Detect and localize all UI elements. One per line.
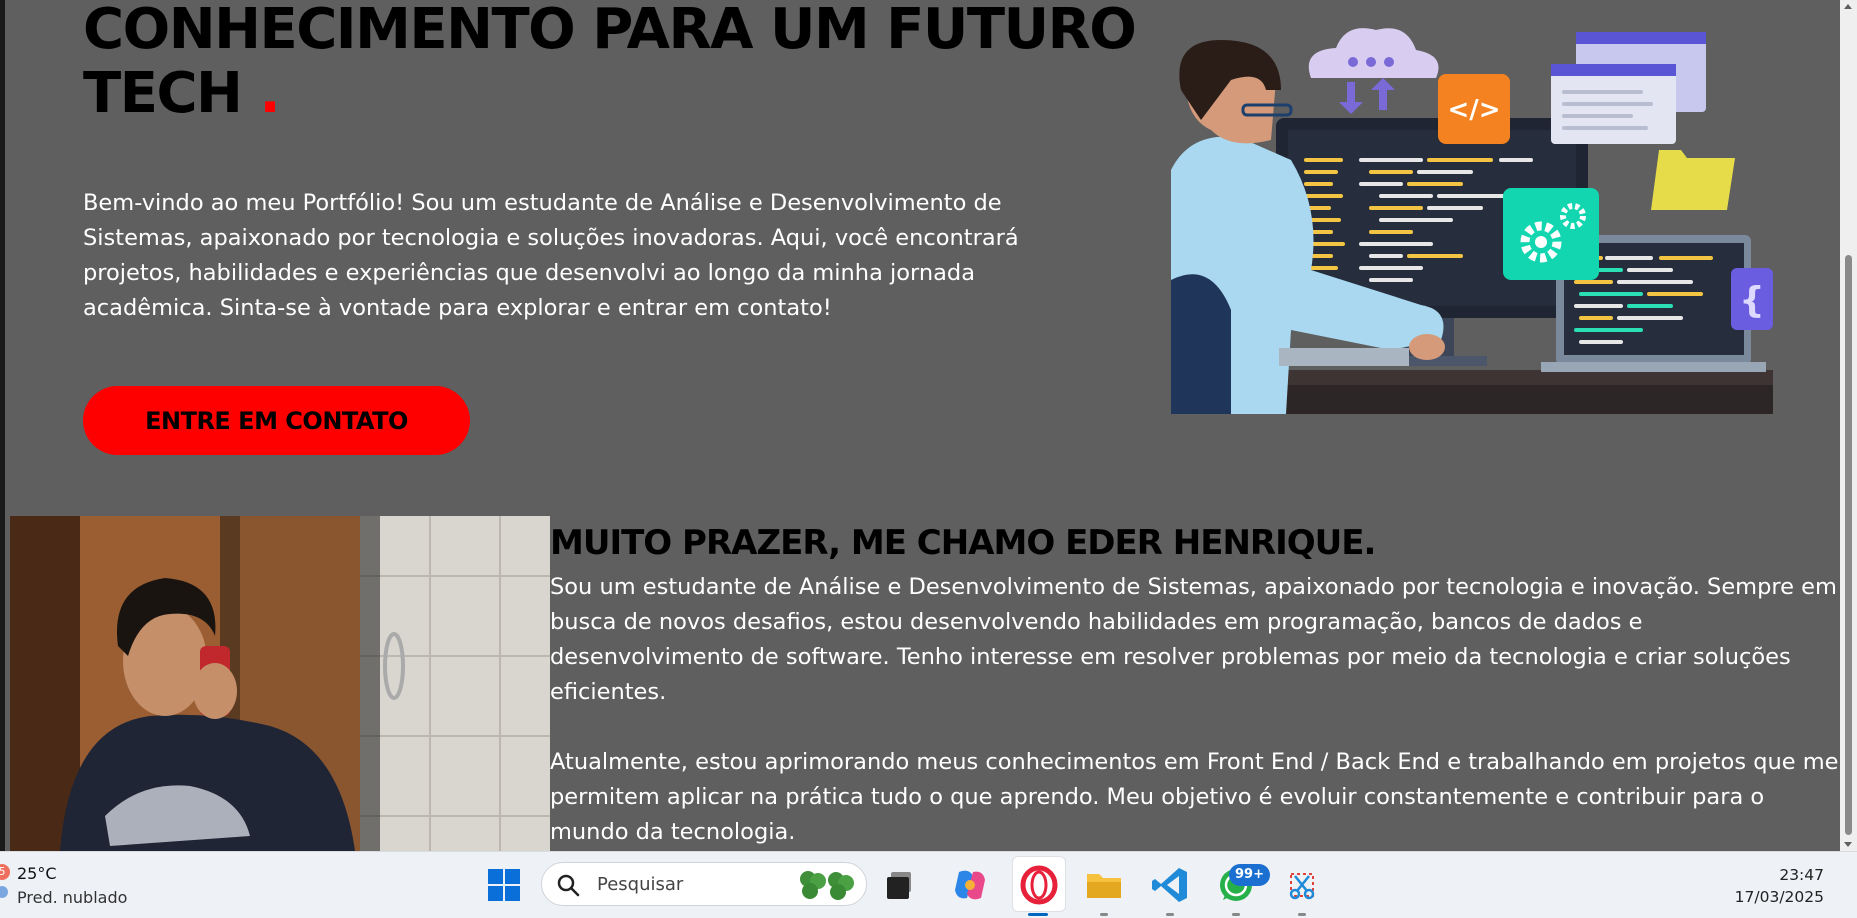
windows-taskbar: 5 25°C Pred. nublado Pesquisar 99+ 23:47… [0,851,1857,918]
svg-text:{: { [1739,280,1765,321]
hero-title-line1: CONHECIMENTO PARA UM FUTURO [83,0,1137,62]
hero-intro-text: Bem-vindo ao meu Portfólio! Sou um estud… [83,190,1019,321]
clock-time: 23:47 [1779,866,1824,884]
clover-icon [800,871,854,900]
profile-photo [10,516,550,851]
vscode-icon[interactable] [1147,862,1193,908]
windows-start-icon[interactable] [481,862,527,908]
explorer-running-indicator [1100,913,1108,916]
hero-title-dot: . [259,61,280,126]
whatsapp-notification-badge: 99+ [1229,864,1270,886]
developer-illustration: </> { [1171,28,1773,414]
scroll-up-icon[interactable] [1844,4,1852,9]
task-view-icon[interactable] [879,862,925,908]
file-explorer-icon[interactable] [1081,862,1127,908]
taskbar-search-box[interactable]: Pesquisar [541,862,867,906]
vscode-running-indicator [1166,913,1174,916]
hero-title: CONHECIMENTO PARA UM FUTURO TECH . [83,0,1143,126]
search-icon [557,874,580,897]
copilot-icon[interactable] [947,862,993,908]
contact-button[interactable]: ENTRE EM CONTATO [83,386,470,455]
scrollbar-thumb[interactable] [1845,255,1852,835]
snipping-tool-icon[interactable] [1279,862,1325,908]
weather-cloud-icon [0,886,8,898]
search-placeholder: Pesquisar [597,874,684,895]
whatsapp-running-indicator [1232,913,1240,916]
weather-alert-icon: 5 [0,864,10,880]
weather-condition: Pred. nublado [17,888,128,907]
opera-running-indicator [1028,913,1048,916]
about-paragraph-2: Atualmente, estou aprimorando meus conhe… [550,749,1839,845]
snipping-running-indicator [1298,913,1306,916]
opera-icon[interactable] [1016,862,1062,908]
clock-date: 17/03/2025 [1734,888,1824,906]
code-tag-text: </> [1447,95,1500,125]
weather-temperature: 25°C [17,864,57,883]
about-title: MUITO PRAZER, ME CHAMO EDER HENRIQUE. [550,523,1376,563]
portfolio-page: CONHECIMENTO PARA UM FUTURO TECH . Bem-v… [0,0,1857,851]
system-clock[interactable]: 23:47 17/03/2025 [1735,864,1824,908]
about-text: Sou um estudante de Análise e Desenvolvi… [550,570,1840,851]
hero-title-line2: TECH [83,61,243,126]
about-paragraph-1: Sou um estudante de Análise e Desenvolvi… [550,574,1837,705]
page-scrollbar[interactable] [1840,0,1857,851]
scroll-down-icon[interactable] [1844,842,1852,847]
